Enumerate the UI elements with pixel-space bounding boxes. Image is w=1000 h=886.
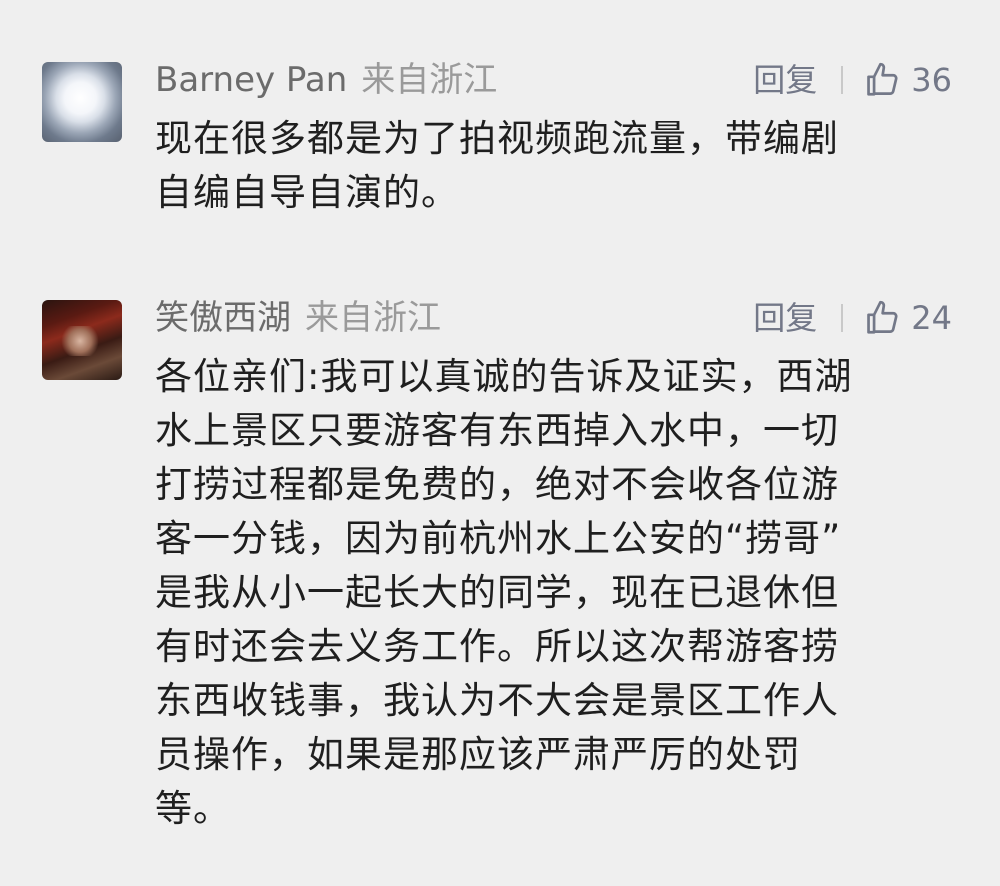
- avatar[interactable]: [42, 300, 122, 380]
- comment-text: 各位亲们:我可以真诚的告诉及证实，西湖 水上景区只要游客有东西掉入水中，一切 打…: [155, 350, 955, 836]
- comment-text-line: 打捞过程都是免费的，绝对不会收各位游: [155, 463, 839, 506]
- like-count: 36: [911, 61, 952, 99]
- comment-text-line: 员操作，如果是那应该严肃严厉的处罚: [155, 733, 801, 776]
- comment-text-line: 自编自导自演的。: [155, 171, 459, 214]
- author-name[interactable]: Barney Pan: [155, 60, 347, 100]
- comment-text: 现在很多都是为了拍视频跑流量，带编剧 自编自导自演的。: [155, 112, 955, 220]
- comment-actions: 回复 36: [753, 58, 952, 102]
- thumbs-up-icon[interactable]: [863, 299, 901, 337]
- comment-text-line: 客一分钱，因为前杭州水上公安的“捞哥”: [155, 517, 842, 560]
- comment-text-line: 水上景区只要游客有东西掉入水中，一切: [155, 409, 839, 452]
- comment-text-line: 现在很多都是为了拍视频跑流量，带编剧: [155, 117, 839, 160]
- like-count: 24: [911, 299, 952, 337]
- author-line: Barney Pan 来自浙江: [155, 58, 497, 102]
- reply-button[interactable]: 回复: [753, 296, 817, 340]
- comment-text-line: 等。: [155, 787, 231, 830]
- author-line: 笑傲西湖 来自浙江: [155, 296, 441, 340]
- comment-actions: 回复 24: [753, 296, 952, 340]
- comment-text-line: 东西收钱事，我认为不大会是景区工作人: [155, 679, 839, 722]
- thumbs-up-icon[interactable]: [863, 61, 901, 99]
- divider: [841, 304, 844, 332]
- comment-list: Barney Pan 来自浙江 回复 36 现在很多都是为了拍视频跑流量，带编剧 …: [0, 0, 1000, 886]
- author-location: 来自浙江: [305, 298, 441, 338]
- comment-text-line: 各位亲们:我可以真诚的告诉及证实，西湖: [155, 355, 853, 398]
- divider: [841, 66, 844, 94]
- avatar[interactable]: [42, 62, 122, 142]
- reply-button[interactable]: 回复: [753, 58, 817, 102]
- author-name[interactable]: 笑傲西湖: [155, 298, 291, 338]
- comment-text-line: 是我从小一起长大的同学，现在已退休但: [155, 571, 839, 614]
- author-location: 来自浙江: [361, 60, 498, 100]
- comment-text-line: 有时还会去义务工作。所以这次帮游客捞: [155, 625, 839, 668]
